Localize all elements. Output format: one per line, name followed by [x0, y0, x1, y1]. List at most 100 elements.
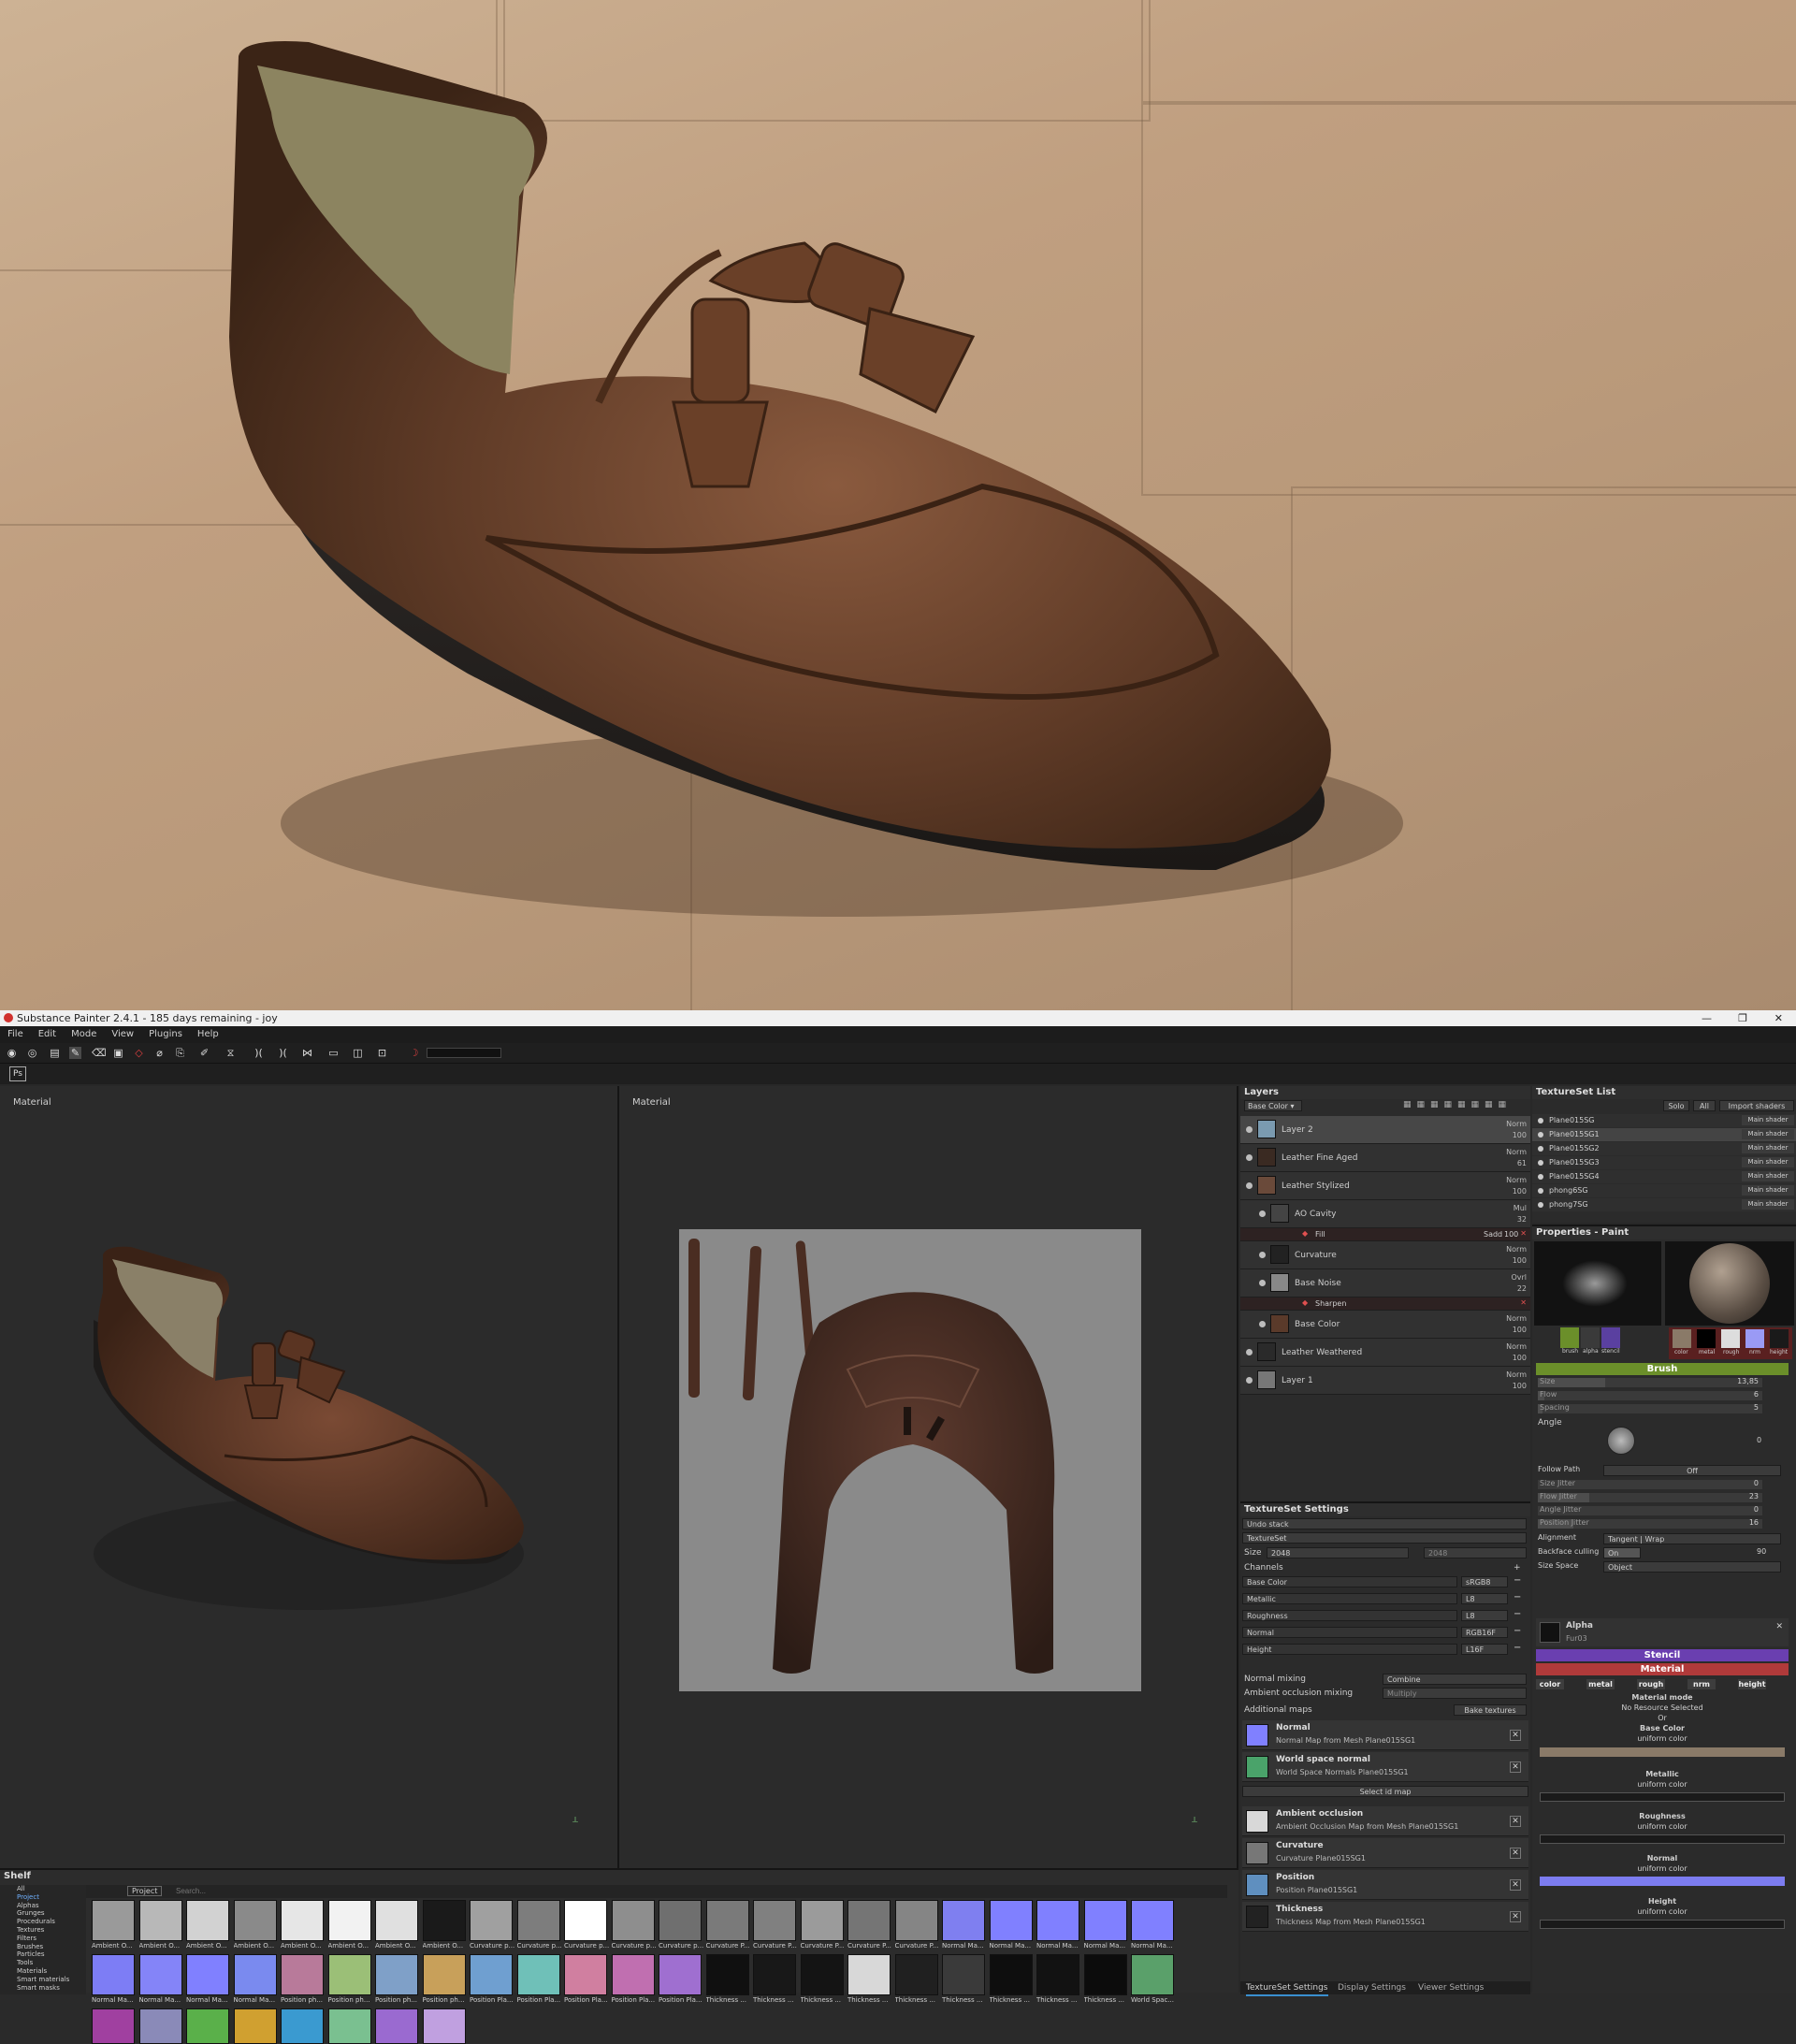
clear-map-icon[interactable]: ✕ [1510, 1848, 1521, 1859]
scene-icon[interactable]: ◉ [6, 1047, 18, 1059]
layer-opacity[interactable]: 100 [1513, 1382, 1527, 1391]
layer-opacity[interactable]: 100 [1513, 1326, 1527, 1335]
layer-blend-mode[interactable]: Norm [1506, 1314, 1527, 1324]
menu-edit[interactable]: Edit [31, 1029, 64, 1039]
shelf-thumbnail[interactable] [281, 2008, 324, 2044]
size-slider[interactable]: Size 13,85 [1538, 1377, 1762, 1387]
remove-effect-icon[interactable]: ✕ [1520, 1298, 1527, 1307]
clear-map-icon[interactable]: ✕ [1510, 1730, 1521, 1741]
alpha-clear-icon[interactable]: ✕ [1775, 1622, 1783, 1631]
additional-map-row[interactable]: Normal Normal Map from Mesh Plane015SG1 ✕ [1242, 1720, 1528, 1750]
size-jitter-slider[interactable]: Size Jitter 0 [1538, 1479, 1762, 1489]
shelf-category-item[interactable]: All [17, 1885, 25, 1892]
textureset-item[interactable]: Plane015SG1 Main shader [1532, 1128, 1796, 1141]
layer-row[interactable]: Curvature Norm 100 [1240, 1241, 1530, 1269]
shelf-thumbnail[interactable] [942, 1900, 985, 1941]
shelf-thumbnail[interactable] [1083, 1954, 1127, 1995]
view-2d-icon[interactable]: ▭ [327, 1047, 340, 1059]
stencil-section-header[interactable]: Stencil [1536, 1649, 1789, 1661]
layer-blend-mode[interactable]: Norm [1506, 1370, 1527, 1380]
alpha-slot[interactable] [1581, 1327, 1600, 1348]
size-dropdown-2[interactable]: 2048 [1424, 1547, 1527, 1558]
additional-map-row[interactable]: Curvature Curvature Plane015SG1 ✕ [1242, 1838, 1528, 1868]
channel-format-dropdown[interactable]: L8 [1461, 1593, 1508, 1604]
normal-mixing-dropdown[interactable]: Combine [1383, 1674, 1527, 1685]
shelf-thumbnail[interactable] [705, 1954, 749, 1995]
shelf-thumbnail[interactable] [847, 1900, 891, 1941]
clear-map-icon[interactable]: ✕ [1510, 1911, 1521, 1922]
shelf-thumbnail[interactable] [138, 1900, 182, 1941]
layer-actions-icons[interactable]: ▦▦▦▦▦▦▦▦ [1403, 1100, 1525, 1111]
mirror-icon[interactable]: )( [253, 1047, 265, 1059]
color-slot[interactable] [1673, 1329, 1691, 1348]
layer-effect-row[interactable]: ◆ Fill Sadd 100 ✕ [1240, 1228, 1530, 1241]
shelf-thumbnail[interactable] [422, 1900, 466, 1941]
shelf-thumbnail[interactable] [611, 1900, 655, 1941]
layer-blend-mode[interactable]: Norm [1506, 1148, 1527, 1157]
visibility-icon[interactable] [1259, 1280, 1266, 1286]
visibility-icon[interactable] [1259, 1252, 1266, 1258]
additional-map-row[interactable]: World space normal World Space Normals Pl… [1242, 1752, 1528, 1782]
roughness-slider[interactable] [1540, 1834, 1785, 1844]
channel-toggle-height[interactable]: height [1738, 1679, 1766, 1689]
camera-icon[interactable]: ◎ [26, 1047, 38, 1059]
menu-mode[interactable]: Mode [64, 1029, 104, 1039]
shelf-category-item[interactable]: Smart materials [17, 1976, 69, 1983]
shelf-thumbnail[interactable] [281, 1900, 324, 1941]
uv-canvas[interactable] [679, 1229, 1141, 1691]
shelf-category-item[interactable]: Textures [17, 1926, 44, 1934]
shelf-thumbnail[interactable] [470, 1954, 513, 1995]
shelf-thumbnail[interactable] [894, 1900, 938, 1941]
menu-help[interactable]: Help [190, 1029, 226, 1039]
textureset-item[interactable]: Plane015SG2 Main shader [1532, 1142, 1796, 1155]
clear-map-icon[interactable]: ✕ [1510, 1816, 1521, 1827]
shelf-thumbnail[interactable] [1083, 1900, 1127, 1941]
textureset-visibility-icon[interactable] [1538, 1118, 1543, 1123]
shelf-category-item[interactable]: Materials [17, 1967, 47, 1975]
textureset-shader[interactable]: Main shader [1742, 1171, 1794, 1181]
normal-swatch[interactable] [1540, 1877, 1785, 1886]
shelf-thumbnail[interactable] [1131, 1954, 1174, 1995]
layer-blend-mode[interactable]: Ovrl [1511, 1273, 1527, 1283]
layer-opacity[interactable]: 100 [1513, 1354, 1527, 1363]
layer-opacity[interactable]: 61 [1517, 1159, 1527, 1168]
maximize-icon[interactable]: ❐ [1738, 1010, 1747, 1026]
shelf-thumbnail[interactable] [611, 1954, 655, 1995]
shelf-thumbnail[interactable] [894, 1954, 938, 1995]
tab-textureset-settings[interactable]: TextureSet Settings [1246, 1981, 1328, 1996]
metallic-slider[interactable] [1540, 1792, 1785, 1802]
textureset-visibility-icon[interactable] [1538, 1146, 1543, 1152]
additional-map-row[interactable]: Thickness Thickness Map from Mesh Plane01… [1242, 1902, 1528, 1932]
shelf-thumbnail[interactable] [92, 1900, 135, 1941]
eraser-icon[interactable]: ⌫ [92, 1047, 107, 1059]
shelf-thumbnail[interactable] [564, 1900, 607, 1941]
shelf-search-input[interactable] [176, 1886, 363, 1896]
shelf-category-item[interactable]: Procedurals [17, 1918, 55, 1925]
color-picker-icon[interactable]: ✐ [198, 1047, 210, 1059]
shelf-thumbnail[interactable] [516, 1900, 560, 1941]
projection-icon[interactable]: ▣ [112, 1047, 124, 1059]
layer-row[interactable]: Base Noise Ovrl 22 [1240, 1269, 1530, 1297]
rough-slot[interactable] [1721, 1329, 1740, 1348]
shelf-thumbnail[interactable] [375, 2008, 418, 2044]
channel-format-dropdown[interactable]: RGB16F [1461, 1627, 1508, 1638]
channel-dropdown[interactable]: Base Color ▾ [1244, 1100, 1302, 1111]
shelf-category-item[interactable]: Filters [17, 1935, 36, 1942]
textureset-item[interactable]: Plane015SG4 Main shader [1532, 1170, 1796, 1183]
material-section-header[interactable]: Material [1536, 1663, 1789, 1675]
shelf-thumbnail[interactable] [847, 1954, 891, 1995]
visibility-icon[interactable] [1246, 1182, 1253, 1189]
minimize-icon[interactable]: — [1702, 1010, 1712, 1026]
import-shaders-button[interactable]: Import shaders [1719, 1100, 1794, 1111]
metal-slot[interactable] [1697, 1329, 1716, 1348]
textureset-shader[interactable]: Main shader [1742, 1157, 1794, 1167]
shelf-thumbnail[interactable] [186, 1954, 229, 1995]
size-dropdown[interactable]: 2048 [1267, 1547, 1409, 1558]
layer-row[interactable]: AO Cavity Mul 32 [1240, 1200, 1530, 1228]
follow-path-toggle[interactable]: Off [1603, 1465, 1781, 1476]
visibility-icon[interactable] [1259, 1321, 1266, 1327]
visibility-icon[interactable] [1246, 1154, 1253, 1161]
layer-row[interactable]: Layer 1 Norm 100 [1240, 1367, 1530, 1395]
height-slot[interactable] [1770, 1329, 1789, 1348]
shelf-thumbnail[interactable] [422, 1954, 466, 1995]
